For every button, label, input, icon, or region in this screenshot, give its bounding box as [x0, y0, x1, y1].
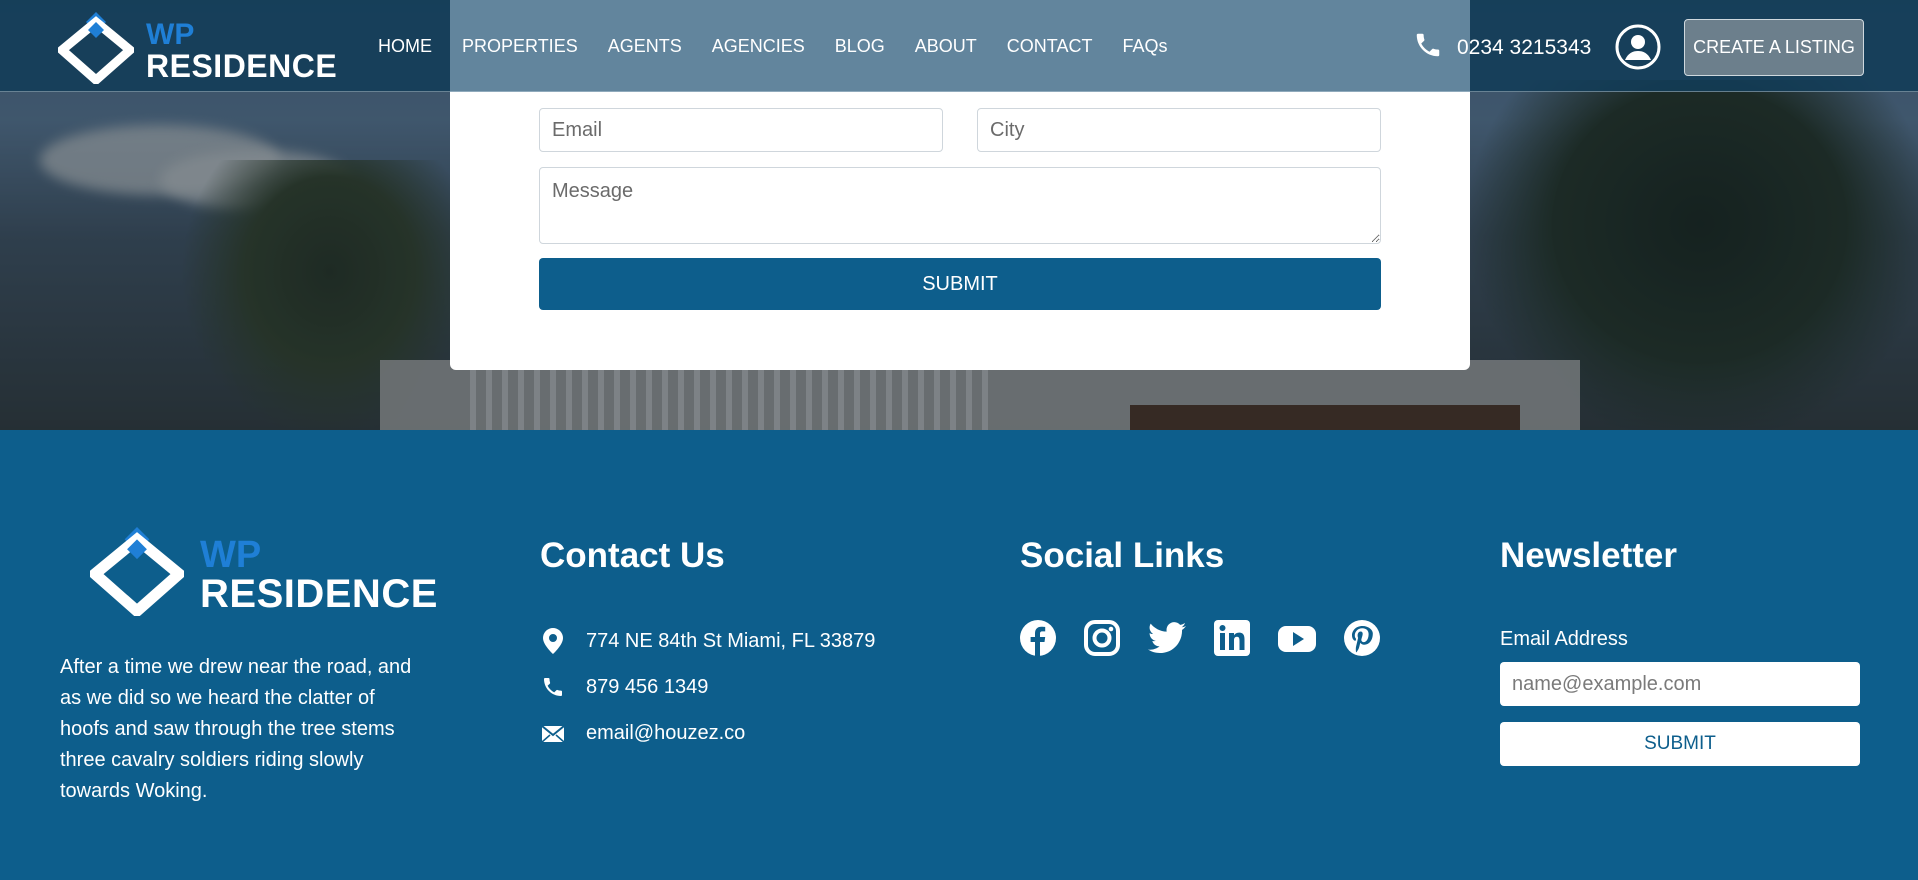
site-header: WP RESIDENCE HOME PROPERTIES AGENTS AGEN… — [0, 0, 1918, 92]
logo-wp-text: WP — [200, 533, 262, 576]
submit-button[interactable]: SUBMIT — [539, 258, 1381, 310]
social-links-heading: Social Links — [1020, 536, 1225, 575]
contact-email[interactable]: email@houzez.co — [540, 722, 745, 745]
nav-blog[interactable]: BLOG — [835, 36, 885, 57]
logo-wp-text: WP — [146, 17, 195, 51]
main-nav: HOME PROPERTIES AGENTS AGENCIES BLOG ABO… — [378, 36, 1197, 57]
nav-faqs[interactable]: FAQs — [1122, 36, 1167, 57]
nav-about[interactable]: ABOUT — [915, 36, 977, 57]
newsletter-email-input[interactable] — [1500, 662, 1860, 706]
newsletter-heading: Newsletter — [1500, 536, 1678, 575]
youtube-icon[interactable] — [1278, 620, 1316, 661]
message-field[interactable] — [539, 167, 1381, 244]
envelope-icon — [540, 724, 566, 743]
email-field[interactable] — [539, 108, 943, 152]
phone-icon — [540, 675, 566, 699]
facebook-icon[interactable] — [1020, 620, 1056, 661]
social-links — [1020, 620, 1380, 661]
header-phone-number: 0234 3215343 — [1457, 36, 1592, 59]
logo-diamond-icon — [86, 522, 188, 621]
instagram-icon[interactable] — [1084, 620, 1120, 661]
site-footer: WP RESIDENCE After a time we drew near t… — [0, 430, 1918, 880]
header-phone[interactable]: 0234 3215343 — [1413, 30, 1591, 66]
phone-icon — [1413, 30, 1457, 66]
contact-us-heading: Contact Us — [540, 536, 725, 575]
contact-address-text: 774 NE 84th St Miami, FL 33879 — [586, 629, 876, 652]
contact-phone-text: 879 456 1349 — [586, 675, 709, 698]
contact-phone[interactable]: 879 456 1349 — [540, 675, 708, 699]
linkedin-icon[interactable] — [1214, 620, 1250, 661]
account-icon[interactable] — [1615, 24, 1661, 75]
pinterest-icon[interactable] — [1344, 620, 1380, 661]
footer-logo[interactable]: WP RESIDENCE — [86, 522, 438, 621]
city-field[interactable] — [977, 108, 1381, 152]
newsletter-submit-button[interactable]: SUBMIT — [1500, 722, 1860, 766]
logo-diamond-icon — [55, 8, 137, 89]
contact-email-text: email@houzez.co — [586, 722, 746, 744]
nav-agencies[interactable]: AGENCIES — [712, 36, 805, 57]
contact-address: 774 NE 84th St Miami, FL 33879 — [540, 628, 875, 654]
footer-about-text: After a time we drew near the road, and … — [60, 656, 412, 802]
nav-agents[interactable]: AGENTS — [608, 36, 682, 57]
logo-name-text: RESIDENCE — [146, 47, 338, 84]
create-listing-button[interactable]: CREATE A LISTING — [1684, 19, 1864, 76]
logo-name-text: RESIDENCE — [200, 571, 438, 616]
newsletter-email-label: Email Address — [1500, 628, 1628, 650]
nav-contact[interactable]: CONTACT — [1007, 36, 1093, 57]
site-logo[interactable]: WP RESIDENCE — [55, 8, 338, 89]
nav-home[interactable]: HOME — [378, 36, 432, 57]
nav-properties[interactable]: PROPERTIES — [462, 36, 578, 57]
twitter-icon[interactable] — [1148, 620, 1186, 661]
contact-form-card: SUBMIT — [450, 92, 1470, 370]
location-pin-icon — [540, 628, 566, 654]
